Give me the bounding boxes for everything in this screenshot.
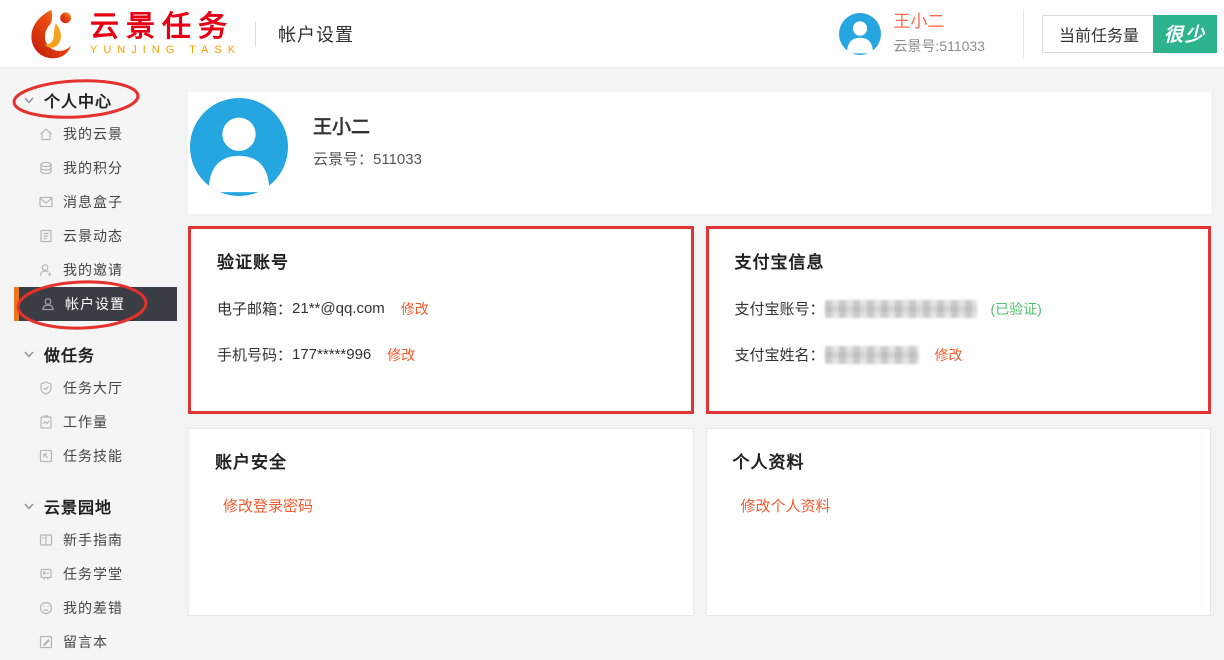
sidebar-item-label: 任务学堂: [63, 564, 123, 584]
sidebar-item-label: 新手指南: [63, 530, 123, 550]
invite-person-icon: [38, 262, 54, 278]
profile-user-id: 云景号：511033: [313, 148, 422, 169]
sidebar-item-message-book[interactable]: 留言本: [0, 625, 177, 659]
person-icon: [839, 13, 881, 55]
modify-email-link[interactable]: 修改: [401, 299, 429, 319]
guide-book-icon: [38, 532, 54, 548]
sidebar-item-account-settings[interactable]: 帐户设置: [14, 287, 177, 321]
person-icon: [190, 98, 288, 196]
sidebar-item-label: 工作量: [63, 412, 108, 432]
task-volume-badge: 很少: [1153, 15, 1217, 53]
phone-row: 手机号码：177*****996 修改: [217, 344, 665, 365]
sidebar-item-my-yunjing[interactable]: 我的云景: [0, 117, 177, 151]
brand-name-en: YUNJING TASK: [90, 44, 241, 56]
email-label: 电子邮箱：: [217, 298, 292, 319]
sidebar-item-label: 消息盒子: [63, 192, 123, 212]
sidebar-item-label: 留言本: [63, 632, 108, 652]
school-screen-icon: [38, 566, 54, 582]
header-user-name: 王小二: [893, 12, 985, 32]
shield-check-icon: [38, 380, 54, 396]
clipboard-chart-icon: [38, 414, 54, 430]
profile-user-name: 王小二: [313, 112, 422, 139]
user-avatar-large: [190, 98, 288, 196]
phone-label: 手机号码：: [217, 344, 292, 365]
main-content: 王小二 云景号：511033 验证账号 电子邮箱：21**@qq.com 修改 …: [177, 68, 1224, 660]
pencil-square-icon: [38, 634, 54, 650]
sidebar-item-label: 我的邀请: [63, 260, 123, 280]
sidebar-item-label: 云景动态: [63, 226, 123, 246]
sidebar-section-label: 云景园地: [44, 494, 112, 518]
sidebar-item-message-box[interactable]: 消息盒子: [0, 185, 177, 219]
sidebar-item-label: 任务大厅: [63, 378, 123, 398]
sidebar-item-my-points[interactable]: 我的积分: [0, 151, 177, 185]
alipay-name-row: 支付宝姓名： 修改: [735, 344, 1183, 365]
chevron-down-icon: [24, 97, 34, 104]
edit-profile-link[interactable]: 修改个人资料: [741, 498, 831, 515]
sidebar-item-task-hall[interactable]: 任务大厅: [0, 371, 177, 405]
sidebar-item-label: 任务技能: [63, 446, 123, 466]
sidebar-item-my-invites[interactable]: 我的邀请: [0, 253, 177, 287]
task-volume-indicator: 当前任务量 很少: [1042, 15, 1217, 53]
user-icon: [40, 296, 56, 312]
flame-logo-icon: [26, 7, 80, 61]
modify-phone-link[interactable]: 修改: [387, 345, 415, 365]
email-row: 电子邮箱：21**@qq.com 修改: [217, 298, 665, 319]
profile-panel: 王小二 云景号：511033: [188, 92, 1211, 214]
sidebar-item-workload[interactable]: 工作量: [0, 405, 177, 439]
page-title: 帐户设置: [278, 21, 354, 47]
personal-info-title: 个人资料: [733, 448, 1185, 473]
alipay-account-redacted-value: [825, 300, 977, 318]
sidebar-item-yunjing-news[interactable]: 云景动态: [0, 219, 177, 253]
sidebar-section-personal-center[interactable]: 个人中心: [0, 83, 177, 117]
sidebar-item-label: 帐户设置: [65, 294, 125, 314]
task-volume-label: 当前任务量: [1043, 22, 1153, 46]
home-icon: [38, 126, 54, 142]
header-divider: [255, 21, 256, 47]
news-icon: [38, 228, 54, 244]
sidebar-section-yunjing-garden[interactable]: 云景园地: [0, 489, 177, 523]
sidebar-item-task-school[interactable]: 任务学堂: [0, 557, 177, 591]
brand-name-cn: 云景任务: [90, 12, 241, 42]
alipay-name-redacted-value: [825, 346, 919, 364]
sidebar-section-label: 个人中心: [44, 88, 112, 112]
top-header: 云景任务 YUNJING TASK 帐户设置 王小二 云景号:511033 当前…: [0, 0, 1224, 68]
coins-icon: [38, 160, 54, 176]
header-user-block[interactable]: 王小二 云景号:511033: [839, 12, 985, 56]
verify-account-title: 验证账号: [217, 248, 665, 273]
email-value: 21**@qq.com: [292, 300, 385, 317]
alipay-account-label: 支付宝账号：: [735, 298, 825, 319]
account-security-card: 账户安全 修改登录密码: [188, 428, 694, 616]
alipay-info-card: 支付宝信息 支付宝账号： (已验证) 支付宝姓名： 修改: [706, 226, 1212, 414]
sidebar-item-label: 我的积分: [63, 158, 123, 178]
app-window: 云景任务 YUNJING TASK 帐户设置 王小二 云景号:511033 当前…: [0, 0, 1224, 660]
sidebar-section-label: 做任务: [44, 342, 95, 366]
user-avatar-small[interactable]: [839, 13, 881, 55]
alipay-account-row: 支付宝账号： (已验证): [735, 298, 1183, 319]
sad-face-icon: [38, 600, 54, 616]
alipay-info-title: 支付宝信息: [735, 248, 1183, 273]
personal-info-card: 个人资料 修改个人资料: [706, 428, 1212, 616]
sidebar-item-my-mistakes[interactable]: 我的差错: [0, 591, 177, 625]
sidebar: 个人中心 我的云景 我的积分 消息盒子 云景动态 我的邀请: [0, 68, 177, 660]
sidebar-item-newbie-guide[interactable]: 新手指南: [0, 523, 177, 557]
account-security-title: 账户安全: [215, 448, 667, 473]
sidebar-item-task-skills[interactable]: 任务技能: [0, 439, 177, 473]
sidebar-section-do-tasks[interactable]: 做任务: [0, 337, 177, 371]
modify-alipay-name-link[interactable]: 修改: [935, 345, 963, 365]
brand-logo-text: 云景任务 YUNJING TASK: [90, 12, 241, 56]
alipay-name-label: 支付宝姓名：: [735, 344, 825, 365]
header-divider-2: [1023, 9, 1024, 59]
verified-status-badge: (已验证): [991, 299, 1042, 319]
chevron-down-icon: [24, 351, 34, 358]
sidebar-item-label: 我的差错: [63, 598, 123, 618]
mail-icon: [38, 194, 54, 210]
sidebar-item-label: 我的云景: [63, 124, 123, 144]
chevron-down-icon: [24, 503, 34, 510]
verify-account-card: 验证账号 电子邮箱：21**@qq.com 修改 手机号码：177*****99…: [188, 226, 694, 414]
brand-logo[interactable]: 云景任务 YUNJING TASK: [26, 7, 241, 61]
skill-box-icon: [38, 448, 54, 464]
header-user-id: 云景号:511033: [893, 36, 985, 56]
change-password-link[interactable]: 修改登录密码: [223, 498, 313, 515]
phone-value: 177*****996: [292, 346, 371, 363]
